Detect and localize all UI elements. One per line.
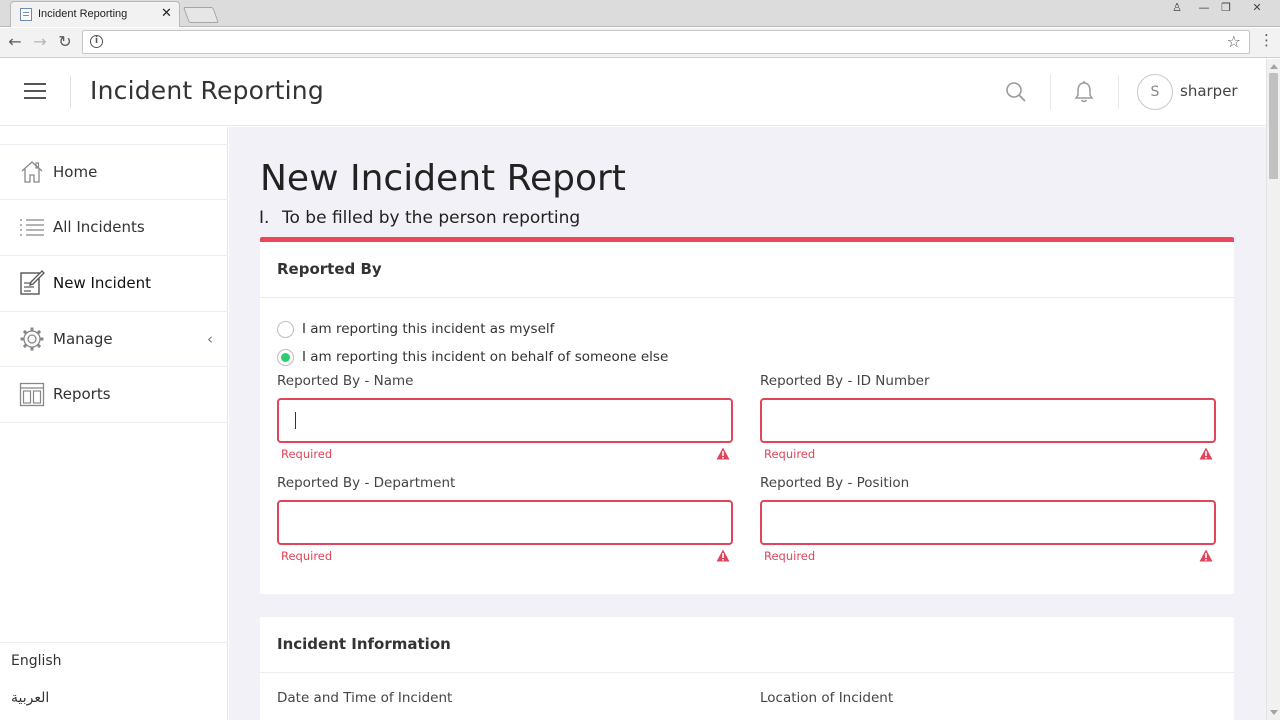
app-header: Incident Reporting S sharper — [0, 59, 1266, 126]
chevron-left-icon[interactable]: ‹ — [207, 330, 213, 348]
browser-tabstrip: Incident Reporting ✕ ♙ — ❐ ✕ — [0, 0, 1280, 27]
error-text: Required — [281, 447, 333, 461]
main-content: New Incident Report I. To be filled by t… — [229, 127, 1266, 720]
list-icon — [20, 219, 44, 236]
section-number: I. — [259, 208, 270, 228]
error-text: Required — [764, 549, 816, 563]
sidebar-item-reports[interactable]: Reports — [0, 366, 228, 422]
favicon-icon — [20, 8, 32, 21]
sidebar-item-label: Reports — [53, 385, 111, 403]
new-tab-button[interactable] — [183, 7, 219, 23]
browser-menu-icon[interactable]: ⋮ — [1259, 31, 1274, 49]
sidebar-item-all-incidents[interactable]: All Incidents — [0, 199, 228, 255]
hamburger-menu-icon[interactable] — [24, 83, 46, 101]
forward-icon[interactable]: → — [29, 31, 51, 53]
bell-icon[interactable] — [1073, 80, 1095, 104]
gear-icon — [20, 327, 44, 351]
page-scrollbar[interactable] — [1266, 59, 1280, 720]
field-label: Reported By - Name — [277, 373, 414, 389]
error-text: Required — [764, 447, 816, 461]
name-input[interactable] — [277, 398, 733, 443]
position-input[interactable] — [760, 500, 1216, 545]
header-divider — [70, 75, 71, 109]
scroll-up-arrow-icon[interactable] — [1270, 64, 1278, 69]
language-english[interactable]: English — [11, 653, 62, 669]
browser-tab[interactable]: Incident Reporting ✕ — [10, 1, 180, 27]
error-text: Required — [281, 549, 333, 563]
back-icon[interactable]: ← — [4, 31, 26, 53]
page-title: New Incident Report — [260, 158, 626, 199]
sidebar-item-label: New Incident — [53, 274, 151, 292]
warning-icon — [716, 447, 730, 460]
field-label: Date and Time of Incident — [277, 690, 453, 706]
field-label: Reported By - Position — [760, 475, 910, 491]
department-input[interactable] — [277, 500, 733, 545]
field-label: Reported By - ID Number — [760, 373, 930, 389]
radio-button[interactable] — [277, 321, 294, 338]
scroll-down-arrow-icon[interactable] — [1270, 710, 1278, 715]
card-divider — [260, 672, 1234, 673]
incident-information-card: Incident Information Date and Time of In… — [260, 617, 1234, 720]
radio-button[interactable] — [277, 349, 294, 366]
new-document-icon — [20, 270, 45, 295]
header-separator — [1118, 75, 1119, 109]
radio-label: I am reporting this incident as myself — [302, 321, 555, 337]
avatar[interactable]: S — [1137, 74, 1173, 110]
sidebar-item-label: Home — [53, 163, 98, 181]
reload-icon[interactable]: ↻ — [54, 31, 76, 53]
card-divider — [260, 297, 1234, 298]
reported-by-card: Reported By I am reporting this incident… — [260, 237, 1234, 594]
username[interactable]: sharper — [1180, 82, 1238, 100]
sidebar-item-label: Manage — [53, 330, 113, 348]
radio-label: I am reporting this incident on behalf o… — [302, 349, 669, 365]
section-title: To be filled by the person reporting — [282, 208, 581, 228]
text-caret — [295, 412, 296, 429]
card-title: Reported By — [277, 260, 382, 278]
sidebar-item-new-incident[interactable]: New Incident — [0, 255, 228, 311]
address-bar[interactable]: i ☆ — [82, 30, 1250, 54]
field-label: Location of Incident — [760, 690, 894, 706]
sidebar: Home All Incidents New Incident Manage ‹… — [0, 127, 228, 720]
language-arabic[interactable]: العربية — [11, 690, 49, 706]
restore-icon[interactable]: ❐ — [1215, 0, 1237, 16]
sidebar-divider — [0, 642, 228, 643]
info-icon[interactable]: i — [90, 35, 103, 48]
sidebar-item-manage[interactable]: Manage ‹ — [0, 311, 228, 367]
tab-title: Incident Reporting — [38, 8, 128, 20]
field-label: Reported By - Department — [277, 475, 456, 491]
app-title: Incident Reporting — [90, 76, 324, 105]
reports-icon — [19, 382, 45, 407]
header-separator — [1050, 75, 1051, 109]
search-icon[interactable] — [1005, 81, 1027, 103]
sidebar-divider — [0, 422, 228, 423]
id-number-input[interactable] — [760, 398, 1216, 443]
scrollbar-thumb[interactable] — [1269, 73, 1278, 179]
bookmark-star-icon[interactable]: ☆ — [1227, 32, 1241, 51]
warning-icon — [1199, 447, 1213, 460]
minimize-icon[interactable]: — — [1193, 0, 1215, 16]
home-icon — [21, 161, 43, 183]
card-title: Incident Information — [277, 635, 451, 653]
sidebar-item-label: All Incidents — [53, 218, 145, 236]
window-close-icon[interactable]: ✕ — [1246, 0, 1268, 16]
profile-icon[interactable]: ♙ — [1166, 0, 1188, 16]
warning-icon — [1199, 549, 1213, 562]
browser-toolbar: ← → ↻ i ☆ ⋮ — [0, 28, 1280, 58]
tab-close-icon[interactable]: ✕ — [161, 6, 172, 22]
warning-icon — [716, 549, 730, 562]
sidebar-item-home[interactable]: Home — [0, 144, 228, 200]
